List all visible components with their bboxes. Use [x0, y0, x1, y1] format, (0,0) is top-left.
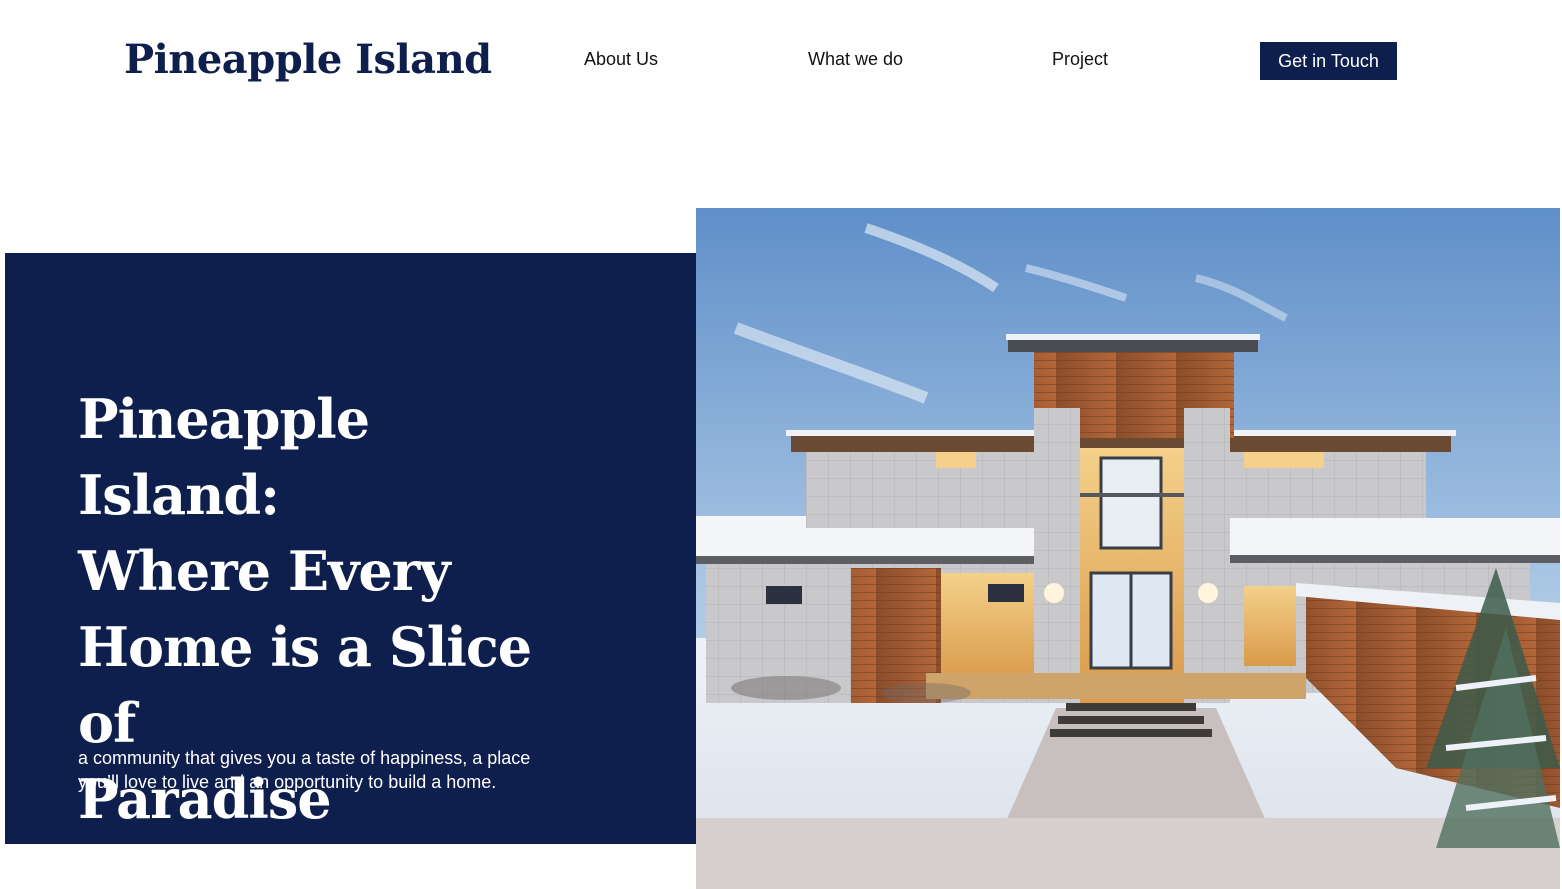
hero-house-image: [696, 208, 1560, 889]
hero-subtitle-line: you’ll love to live and an opportunity t…: [78, 772, 497, 792]
hero-title-line: Pineapple Island:: [78, 387, 370, 527]
hero-subtitle: a community that gives you a taste of ha…: [78, 746, 578, 794]
hero-panel: Pineapple Island: Where Every Home is a …: [5, 253, 696, 844]
site-logo[interactable]: Pineapple Island: [124, 36, 492, 84]
get-in-touch-button[interactable]: Get in Touch: [1260, 42, 1397, 80]
nav-link-what-we-do[interactable]: What we do: [808, 48, 903, 70]
hero-subtitle-line: a community that gives you a taste of ha…: [78, 748, 531, 768]
nav-link-about-us[interactable]: About Us: [584, 48, 658, 70]
hero-title-line: Where Every: [78, 539, 451, 603]
hero-title-line: Home is a Slice of: [78, 615, 532, 755]
landing-page: Pineapple Island About Us What we do Pro…: [0, 0, 1562, 889]
nav-link-project[interactable]: Project: [1052, 48, 1108, 70]
